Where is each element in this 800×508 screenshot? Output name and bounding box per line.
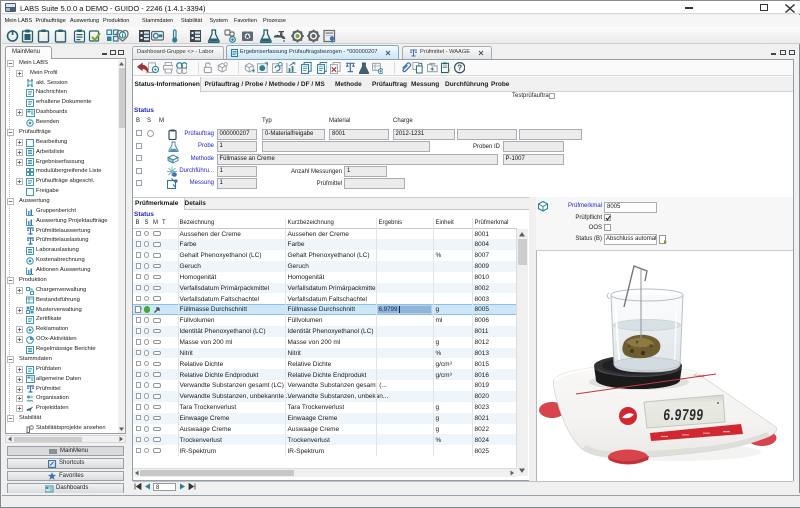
svg-text:?: ? <box>457 63 462 72</box>
svg-text:Scout: Scout <box>694 373 705 378</box>
svg-text:6.9799: 6.9799 <box>663 405 705 423</box>
